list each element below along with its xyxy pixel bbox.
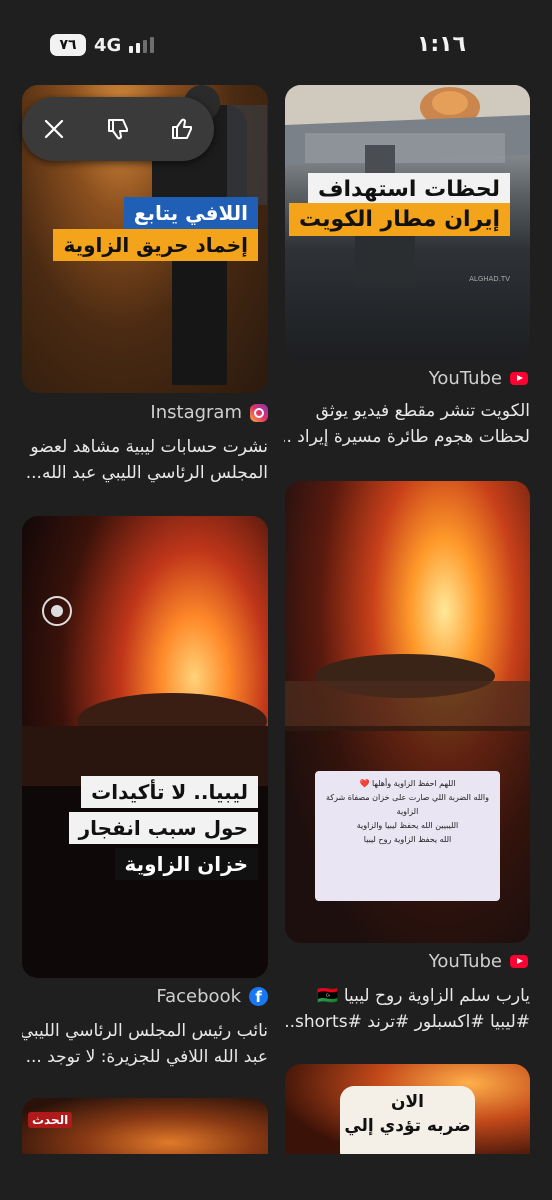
source-instagram: Instagram (150, 402, 268, 423)
close-icon[interactable] (36, 111, 72, 147)
channel-logo: الحدث (28, 1112, 73, 1128)
instagram-icon (250, 403, 268, 422)
overlay-line-1: اللافي يتابع (123, 197, 258, 229)
result-card-kuwait[interactable]: لحظات استهداف إيران مطار الكويت ALGHAD.T… (285, 85, 530, 360)
source-youtube-1: YouTube (429, 368, 528, 389)
overlay-line-1: لحظات استهداف (307, 173, 510, 206)
youtube-icon (510, 955, 528, 968)
source-label: YouTube (428, 368, 502, 389)
caption-line: الكويت تنشر مقطع فيديو يوثق (315, 401, 530, 421)
source-youtube-2: YouTube (429, 951, 528, 972)
caption-line: عبد الله اللافي للجزيرة: لا توجد ... (25, 1047, 268, 1067)
overlay-text-line: الان (391, 1092, 424, 1112)
source-label: Instagram (150, 402, 242, 423)
overlay-text-line: الله يحفظ الزاوية روح ليبيا (363, 835, 452, 844)
signal-icon (129, 37, 155, 53)
caption-lafi[interactable]: نشرت حسابات ليبية مشاهد لعضو المجلس الرئ… (22, 434, 268, 486)
caption-line: #ليبيا #اكسبلور #ترند #shorts... (284, 1012, 530, 1032)
overlay-line-1: ليبيا.. لا تأكيدات (81, 776, 258, 808)
overlay-line-3: خزان الزاوية (114, 848, 258, 880)
network-type: 4G (94, 34, 122, 56)
partial-text-box: الان ضربه تؤدي إلي (340, 1086, 475, 1160)
feedback-bar (22, 97, 214, 161)
overlay-text-line: والله الضربة اللي صارت على خزان مصفاة شر… (325, 793, 490, 816)
result-card-partial-left[interactable]: الحدث (22, 1098, 268, 1154)
caption-line: نشرت حسابات ليبية مشاهد لعضو (30, 437, 268, 457)
caption-line: المجلس الرئاسي الليبي عبد الله... (25, 463, 268, 483)
overlay-line-2: إخماد حريق الزاوية (53, 229, 258, 261)
facebook-icon: f (249, 987, 268, 1006)
status-time: ١:١٦ (416, 32, 466, 57)
result-card-zawiya-pray[interactable]: اللهم احفظ الزاوية وأهلها ❤️ والله الضرب… (285, 481, 530, 943)
overlay-line-2: حول سبب انفجار (68, 812, 258, 844)
status-indicators: ٧٦ 4G (50, 34, 155, 56)
source-label: YouTube (428, 951, 502, 972)
source-facebook: Facebook f (156, 986, 268, 1007)
result-card-partial-right[interactable]: الان ضربه تؤدي إلي (285, 1064, 530, 1160)
battery-indicator: ٧٦ (50, 34, 86, 56)
caption-line: نائب رئيس المجلس الرئاسي الليبي (22, 1021, 268, 1041)
overlay-text-line: ضربه تؤدي إلي (344, 1116, 471, 1136)
caption-zawiya-pray[interactable]: يارب سلم الزاوية روح ليبيا 🇱🇾 #ليبيا #اك… (284, 983, 530, 1035)
caption-line: يارب سلم الزاوية روح ليبيا 🇱🇾 (317, 986, 530, 1006)
overlay-line-2: إيران مطار الكويت (288, 203, 510, 236)
caption-line: لحظات هجوم طائرة مسيرة إيراد ... (284, 427, 530, 447)
explosion-scene (22, 596, 268, 978)
thumbs-down-icon[interactable] (100, 111, 136, 147)
caption-libya[interactable]: نائب رئيس المجلس الرئاسي الليبي عبد الله… (22, 1018, 268, 1070)
status-bar: ٧٦ 4G ١:١٦ (0, 0, 552, 84)
watermark: ALGHAD.TV (469, 275, 510, 283)
text-overlay-box: اللهم احفظ الزاوية وأهلها ❤️ والله الضرب… (315, 771, 500, 901)
youtube-icon (510, 372, 528, 385)
caption-kuwait[interactable]: الكويت تنشر مقطع فيديو يوثق لحظات هجوم ط… (284, 398, 530, 450)
overlay-text-line: الليبيين الله يحفظ ليبيا والزاوية (356, 821, 459, 830)
thumbs-up-icon[interactable] (164, 111, 200, 147)
source-label: Facebook (156, 986, 241, 1007)
overlay-text-line: اللهم احفظ الزاوية وأهلها ❤️ (359, 779, 456, 788)
bottom-area (0, 1154, 552, 1200)
result-card-libya[interactable]: ليبيا.. لا تأكيدات حول سبب انفجار خزان ا… (22, 516, 268, 978)
